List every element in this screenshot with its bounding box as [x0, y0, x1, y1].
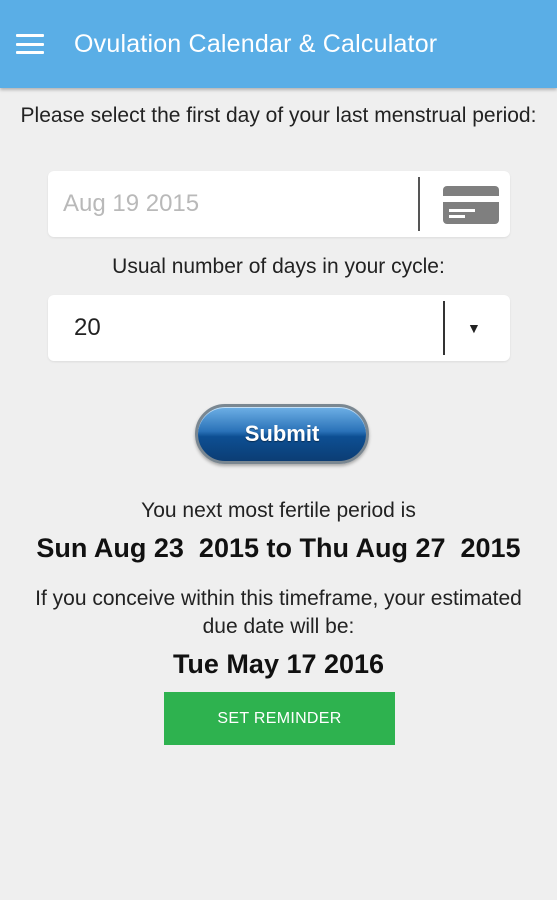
date-picker-card-icon[interactable] — [443, 186, 499, 224]
cycle-select-divider — [443, 301, 445, 355]
submit-button[interactable]: Submit — [195, 404, 369, 464]
set-reminder-button[interactable]: SET REMINDER — [164, 692, 395, 745]
due-date-label: If you conceive within this timeframe, y… — [35, 587, 522, 638]
due-date-value: Tue May 17 2016 — [172, 649, 385, 679]
main-content: Please select the first day of your last… — [0, 88, 557, 745]
app-title: Ovulation Calendar & Calculator — [74, 29, 438, 58]
last-period-date-value[interactable]: Aug 19 2015 — [63, 171, 403, 237]
date-field-divider — [418, 177, 420, 231]
date-prompt-label: Please select the first day of your last… — [20, 104, 537, 127]
dropdown-arrow-icon[interactable]: ▼ — [467, 295, 481, 361]
last-period-date-field[interactable]: Aug 19 2015 — [48, 171, 510, 237]
cycle-length-value: 20 — [74, 314, 101, 341]
cycle-length-select[interactable]: 20 ▼ — [48, 295, 510, 361]
fertile-period-label: You next most fertile period is — [141, 499, 416, 522]
cycle-length-label: Usual number of days in your cycle: — [112, 255, 445, 278]
menu-icon[interactable] — [16, 34, 44, 54]
app-bar: Ovulation Calendar & Calculator — [0, 0, 557, 88]
fertile-period-range: Sun Aug 23 2015 to Thu Aug 27 2015 — [36, 533, 521, 563]
